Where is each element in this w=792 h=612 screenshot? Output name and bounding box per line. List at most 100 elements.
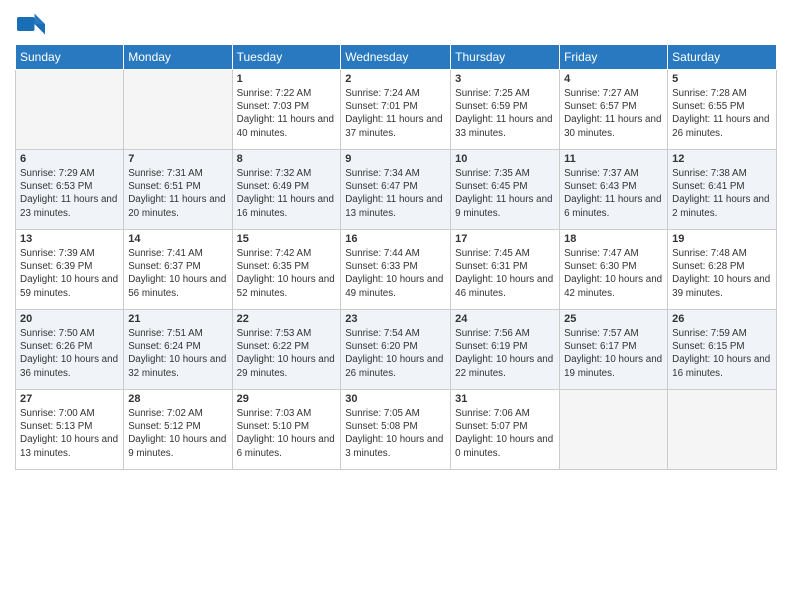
calendar-week-row: 6 Sunrise: 7:29 AM Sunset: 6:53 PM Daylig… <box>16 150 777 230</box>
day-info: Sunrise: 7:57 AM Sunset: 6:17 PM Dayligh… <box>564 327 663 380</box>
calendar-cell: 30 Sunrise: 7:05 AM Sunset: 5:08 PM Dayli… <box>341 390 451 470</box>
day-number: 28 <box>128 393 227 405</box>
calendar-cell: 13 Sunrise: 7:39 AM Sunset: 6:39 PM Dayli… <box>16 230 124 310</box>
header-friday: Friday <box>560 45 668 70</box>
day-info: Sunrise: 7:47 AM Sunset: 6:30 PM Dayligh… <box>564 247 663 300</box>
calendar-cell: 22 Sunrise: 7:53 AM Sunset: 6:22 PM Dayli… <box>232 310 341 390</box>
day-number: 25 <box>564 313 663 325</box>
day-number: 13 <box>20 233 119 245</box>
calendar-cell: 27 Sunrise: 7:00 AM Sunset: 5:13 PM Dayli… <box>16 390 124 470</box>
calendar-cell: 14Sunrise: 7:41 AM Sunset: 6:37 PM Dayli… <box>124 230 232 310</box>
day-number: 27 <box>20 393 119 405</box>
day-info: Sunrise: 7:25 AM Sunset: 6:59 PM Dayligh… <box>455 87 555 140</box>
calendar-week-row: 20 Sunrise: 7:50 AM Sunset: 6:26 PM Dayli… <box>16 310 777 390</box>
day-number: 18 <box>564 233 663 245</box>
day-number: 11 <box>564 153 663 165</box>
calendar-cell: 28 Sunrise: 7:02 AM Sunset: 5:12 PM Dayli… <box>124 390 232 470</box>
calendar-cell: 3Sunrise: 7:25 AM Sunset: 6:59 PM Daylig… <box>451 70 560 150</box>
day-number: 4 <box>564 73 663 85</box>
day-number: 7 <box>128 153 227 165</box>
calendar-cell: 5 Sunrise: 7:28 AM Sunset: 6:55 PM Daylig… <box>668 70 777 150</box>
day-info: Sunrise: 7:48 AM Sunset: 6:28 PM Dayligh… <box>672 247 772 300</box>
calendar-page: Sunday Monday Tuesday Wednesday Thursday… <box>0 0 792 612</box>
calendar-cell: 8 Sunrise: 7:32 AM Sunset: 6:49 PM Daylig… <box>232 150 341 230</box>
day-info: Sunrise: 7:37 AM Sunset: 6:43 PM Dayligh… <box>564 167 663 220</box>
day-number: 5 <box>672 73 772 85</box>
day-info: Sunrise: 7:32 AM Sunset: 6:49 PM Dayligh… <box>237 167 337 220</box>
day-info: Sunrise: 7:56 AM Sunset: 6:19 PM Dayligh… <box>455 327 555 380</box>
header-wednesday: Wednesday <box>341 45 451 70</box>
day-info: Sunrise: 7:22 AM Sunset: 7:03 PM Dayligh… <box>237 87 337 140</box>
day-number: 10 <box>455 153 555 165</box>
calendar-cell: 24Sunrise: 7:56 AM Sunset: 6:19 PM Dayli… <box>451 310 560 390</box>
calendar-table: Sunday Monday Tuesday Wednesday Thursday… <box>15 44 777 470</box>
header-thursday: Thursday <box>451 45 560 70</box>
day-info: Sunrise: 7:02 AM Sunset: 5:12 PM Dayligh… <box>128 407 227 460</box>
calendar-cell: 10Sunrise: 7:35 AM Sunset: 6:45 PM Dayli… <box>451 150 560 230</box>
calendar-cell: 16 Sunrise: 7:44 AM Sunset: 6:33 PM Dayli… <box>341 230 451 310</box>
day-number: 16 <box>345 233 446 245</box>
day-number: 21 <box>128 313 227 325</box>
calendar-cell: 7 Sunrise: 7:31 AM Sunset: 6:51 PM Daylig… <box>124 150 232 230</box>
logo-icon <box>15 10 47 38</box>
weekday-header-row: Sunday Monday Tuesday Wednesday Thursday… <box>16 45 777 70</box>
calendar-cell: 4 Sunrise: 7:27 AM Sunset: 6:57 PM Daylig… <box>560 70 668 150</box>
calendar-cell: 19Sunrise: 7:48 AM Sunset: 6:28 PM Dayli… <box>668 230 777 310</box>
day-number: 2 <box>345 73 446 85</box>
calendar-cell: 15 Sunrise: 7:42 AM Sunset: 6:35 PM Dayli… <box>232 230 341 310</box>
day-number: 6 <box>20 153 119 165</box>
calendar-week-row: 13 Sunrise: 7:39 AM Sunset: 6:39 PM Dayli… <box>16 230 777 310</box>
header-saturday: Saturday <box>668 45 777 70</box>
day-info: Sunrise: 7:42 AM Sunset: 6:35 PM Dayligh… <box>237 247 337 300</box>
calendar-cell: 23 Sunrise: 7:54 AM Sunset: 6:20 PM Dayli… <box>341 310 451 390</box>
day-number: 20 <box>20 313 119 325</box>
calendar-week-row: 1 Sunrise: 7:22 AM Sunset: 7:03 PM Daylig… <box>16 70 777 150</box>
calendar-cell <box>668 390 777 470</box>
day-info: Sunrise: 7:45 AM Sunset: 6:31 PM Dayligh… <box>455 247 555 300</box>
day-number: 12 <box>672 153 772 165</box>
day-info: Sunrise: 7:51 AM Sunset: 6:24 PM Dayligh… <box>128 327 227 380</box>
day-info: Sunrise: 7:27 AM Sunset: 6:57 PM Dayligh… <box>564 87 663 140</box>
calendar-cell: 9 Sunrise: 7:34 AM Sunset: 6:47 PM Daylig… <box>341 150 451 230</box>
calendar-cell: 25 Sunrise: 7:57 AM Sunset: 6:17 PM Dayli… <box>560 310 668 390</box>
day-number: 30 <box>345 393 446 405</box>
day-info: Sunrise: 7:50 AM Sunset: 6:26 PM Dayligh… <box>20 327 119 380</box>
day-info: Sunrise: 7:31 AM Sunset: 6:51 PM Dayligh… <box>128 167 227 220</box>
calendar-cell: 18 Sunrise: 7:47 AM Sunset: 6:30 PM Dayli… <box>560 230 668 310</box>
logo <box>15 10 51 38</box>
calendar-cell: 1 Sunrise: 7:22 AM Sunset: 7:03 PM Daylig… <box>232 70 341 150</box>
calendar-cell <box>124 70 232 150</box>
day-number: 23 <box>345 313 446 325</box>
day-info: Sunrise: 7:28 AM Sunset: 6:55 PM Dayligh… <box>672 87 772 140</box>
header-monday: Monday <box>124 45 232 70</box>
day-info: Sunrise: 7:38 AM Sunset: 6:41 PM Dayligh… <box>672 167 772 220</box>
day-info: Sunrise: 7:00 AM Sunset: 5:13 PM Dayligh… <box>20 407 119 460</box>
day-info: Sunrise: 7:34 AM Sunset: 6:47 PM Dayligh… <box>345 167 446 220</box>
day-info: Sunrise: 7:05 AM Sunset: 5:08 PM Dayligh… <box>345 407 446 460</box>
day-number: 22 <box>237 313 337 325</box>
day-info: Sunrise: 7:29 AM Sunset: 6:53 PM Dayligh… <box>20 167 119 220</box>
day-info: Sunrise: 7:44 AM Sunset: 6:33 PM Dayligh… <box>345 247 446 300</box>
day-info: Sunrise: 7:54 AM Sunset: 6:20 PM Dayligh… <box>345 327 446 380</box>
calendar-cell: 29Sunrise: 7:03 AM Sunset: 5:10 PM Dayli… <box>232 390 341 470</box>
day-number: 29 <box>237 393 337 405</box>
day-number: 1 <box>237 73 337 85</box>
calendar-cell <box>16 70 124 150</box>
calendar-cell: 2 Sunrise: 7:24 AM Sunset: 7:01 PM Daylig… <box>341 70 451 150</box>
day-info: Sunrise: 7:53 AM Sunset: 6:22 PM Dayligh… <box>237 327 337 380</box>
header-tuesday: Tuesday <box>232 45 341 70</box>
day-number: 31 <box>455 393 555 405</box>
calendar-cell: 11 Sunrise: 7:37 AM Sunset: 6:43 PM Dayli… <box>560 150 668 230</box>
day-number: 9 <box>345 153 446 165</box>
day-info: Sunrise: 7:39 AM Sunset: 6:39 PM Dayligh… <box>20 247 119 300</box>
calendar-cell: 20 Sunrise: 7:50 AM Sunset: 6:26 PM Dayli… <box>16 310 124 390</box>
day-number: 15 <box>237 233 337 245</box>
day-number: 8 <box>237 153 337 165</box>
calendar-cell: 6 Sunrise: 7:29 AM Sunset: 6:53 PM Daylig… <box>16 150 124 230</box>
day-number: 17 <box>455 233 555 245</box>
calendar-cell: 12 Sunrise: 7:38 AM Sunset: 6:41 PM Dayli… <box>668 150 777 230</box>
day-info: Sunrise: 7:24 AM Sunset: 7:01 PM Dayligh… <box>345 87 446 140</box>
calendar-cell <box>560 390 668 470</box>
calendar-cell: 31Sunrise: 7:06 AM Sunset: 5:07 PM Dayli… <box>451 390 560 470</box>
day-info: Sunrise: 7:59 AM Sunset: 6:15 PM Dayligh… <box>672 327 772 380</box>
